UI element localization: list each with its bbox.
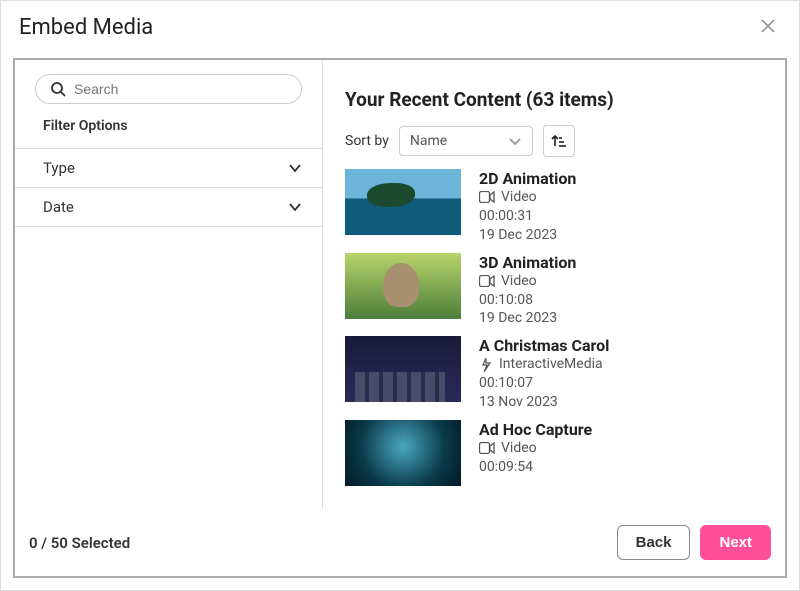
item-title: 2D Animation [479,169,576,188]
search-wrap [15,60,322,114]
chevron-down-icon [508,134,522,148]
search-field[interactable] [35,74,302,104]
content-pane: Your Recent Content (63 items) Sort by N… [323,60,785,509]
filter-type[interactable]: Type [15,149,322,188]
item-meta: 3D Animation Video 00:10:08 19 Dec 2023 [479,253,576,329]
chevron-down-icon [288,161,302,175]
search-icon [50,81,66,97]
video-icon [479,275,495,287]
thumbnail [345,420,461,486]
filter-date-label: Date [43,198,74,216]
item-title: Ad Hoc Capture [479,420,592,439]
modal-body: Filter Options Type Date Your Recent Con… [13,58,787,578]
item-type: Video [479,188,576,207]
sort-label: Sort by [345,133,389,149]
item-title: 3D Animation [479,253,576,272]
item-date: 13 Nov 2023 [479,393,609,412]
filter-options-heading: Filter Options [15,114,322,149]
embed-media-modal: Embed Media Filter Options Type [0,0,800,591]
filter-date[interactable]: Date [15,188,322,227]
item-date: 19 Dec 2023 [479,309,576,328]
selected-count: 0 / 50 Selected [29,534,130,552]
footer-buttons: Back Next [617,525,771,560]
item-date: 19 Dec 2023 [479,226,576,245]
modal-footer: 0 / 50 Selected Back Next [15,509,785,576]
back-button[interactable]: Back [617,525,691,560]
item-type: Video [479,439,592,458]
interactive-icon [479,358,493,372]
close-button[interactable] [757,16,779,39]
item-type: Video [479,272,576,291]
list-item[interactable]: A Christmas Carol InteractiveMedia 00:10… [345,336,779,412]
content-list[interactable]: 2D Animation Video 00:00:31 19 Dec 2023 [323,169,785,509]
sort-row: Sort by Name [323,111,785,169]
list-item[interactable]: 3D Animation Video 00:10:08 19 Dec 2023 [345,253,779,329]
sort-value: Name [410,133,447,149]
next-button[interactable]: Next [700,525,771,560]
item-duration: 00:09:54 [479,458,592,477]
thumbnail [345,169,461,235]
close-icon [761,19,775,33]
item-duration: 00:00:31 [479,207,576,226]
filter-type-label: Type [43,159,75,177]
columns: Filter Options Type Date Your Recent Con… [15,60,785,509]
sort-select[interactable]: Name [399,126,533,156]
search-input[interactable] [74,81,287,97]
sidebar: Filter Options Type Date [15,60,323,509]
item-meta: A Christmas Carol InteractiveMedia 00:10… [479,336,609,412]
modal-header: Embed Media [1,1,799,58]
item-title: A Christmas Carol [479,336,609,355]
list-item[interactable]: 2D Animation Video 00:00:31 19 Dec 2023 [345,169,779,245]
list-item[interactable]: Ad Hoc Capture Video 00:09:54 [345,420,779,486]
video-icon [479,442,495,454]
sort-ascending-icon [551,133,567,149]
video-icon [479,191,495,203]
item-meta: Ad Hoc Capture Video 00:09:54 [479,420,592,486]
thumbnail [345,336,461,402]
item-duration: 00:10:08 [479,291,576,310]
item-meta: 2D Animation Video 00:00:31 19 Dec 2023 [479,169,576,245]
thumbnail [345,253,461,319]
sort-direction-button[interactable] [543,125,575,157]
content-header: Your Recent Content (63 items) [323,60,785,111]
content-title: Your Recent Content (63 items) [345,88,763,111]
item-type: InteractiveMedia [479,355,609,374]
chevron-down-icon [288,200,302,214]
modal-title: Embed Media [19,15,153,40]
item-duration: 00:10:07 [479,374,609,393]
